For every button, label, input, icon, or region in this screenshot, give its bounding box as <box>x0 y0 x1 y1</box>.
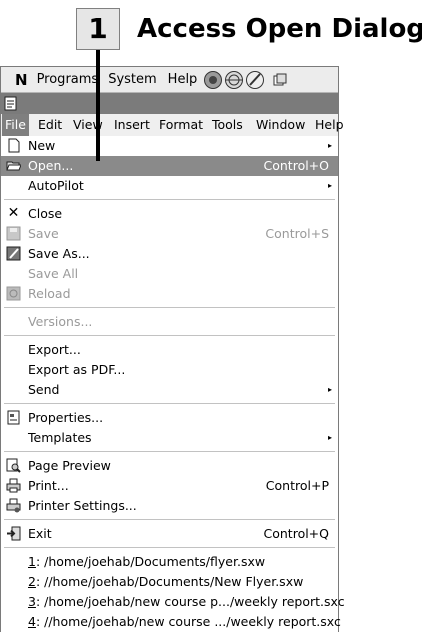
menu-item-label: Printer Settings... <box>28 498 137 513</box>
step-number-badge: 1 <box>76 8 120 50</box>
menu-item-label: Print... <box>28 478 69 493</box>
exit-icon <box>6 526 21 541</box>
recent-file-path: : /home/joehab/new course p.../weekly re… <box>35 594 345 609</box>
menu-item-label: Export... <box>28 342 81 357</box>
menu-window[interactable]: Window <box>256 117 305 132</box>
menu-item-page-preview[interactable]: Page Preview <box>1 456 338 476</box>
menu-item-label: AutoPilot <box>28 178 84 193</box>
workspace-switcher-icon[interactable] <box>273 73 287 87</box>
save-as-icon <box>6 246 21 261</box>
menu-item-export[interactable]: Export... <box>1 340 338 360</box>
menu-separator <box>1 544 338 552</box>
menu-item-templates[interactable]: Templates ▸ <box>1 428 338 448</box>
menu-item-label: Properties... <box>28 410 104 425</box>
menu-item-label: Export as PDF... <box>28 362 126 377</box>
menu-bar: File Edit View Insert Format Tools Windo… <box>1 114 344 137</box>
file-menu-dropdown: New ▸ Open... Control+O AutoPilot ▸ ✕ Cl… <box>1 136 345 632</box>
launcher-globe-icon[interactable] <box>224 70 244 90</box>
recent-file-3[interactable]: 3: /home/joehab/new course p.../weekly r… <box>1 592 345 612</box>
menu-file[interactable]: File <box>2 114 29 136</box>
step-title: Access Open Dialog <box>137 14 422 44</box>
menu-item-close[interactable]: ✕ Close <box>1 204 338 224</box>
menu-tools[interactable]: Tools <box>212 117 243 132</box>
menu-separator <box>1 516 338 524</box>
menu-item-label: Versions... <box>28 314 93 329</box>
menu-separator <box>1 332 338 340</box>
menu-item-label: Templates <box>28 430 92 445</box>
shortcut-label: Control+O <box>263 158 330 173</box>
shortcut-label: Control+S <box>265 226 329 241</box>
save-disk-icon <box>6 226 21 241</box>
desktop-panel: N Programs System Help <box>1 67 338 93</box>
recent-file-number: 3 <box>28 594 36 609</box>
submenu-arrow-icon: ▸ <box>327 385 332 394</box>
menu-item-exit[interactable]: Exit Control+Q <box>1 524 338 544</box>
recent-file-number: 2 <box>28 574 36 589</box>
menu-item-label: Save <box>28 226 59 241</box>
menu-item-save-as[interactable]: Save As... <box>1 244 338 264</box>
launcher-web-icon[interactable] <box>203 70 223 90</box>
printer-settings-icon <box>6 498 21 513</box>
menu-format[interactable]: Format <box>159 117 203 132</box>
close-icon: ✕ <box>7 205 20 221</box>
menu-item-print[interactable]: Print... Control+P <box>1 476 338 496</box>
submenu-arrow-icon: ▸ <box>327 433 332 442</box>
menu-item-properties[interactable]: Properties... <box>1 408 338 428</box>
menu-item-new[interactable]: New ▸ <box>1 136 338 156</box>
menu-item-open[interactable]: Open... Control+O <box>1 156 338 176</box>
page-preview-icon <box>6 458 21 473</box>
recent-file-4[interactable]: 4: //home/joehab/new course .../weekly r… <box>1 612 341 632</box>
shortcut-label: Control+Q <box>263 526 330 541</box>
system-menu[interactable]: System <box>108 72 156 87</box>
menu-item-label: Close <box>28 206 63 221</box>
menu-item-label: Open... <box>28 158 74 173</box>
menu-separator <box>1 448 338 456</box>
menu-item-label: New <box>28 138 56 153</box>
recent-file-path: : //home/joehab/new course .../weekly re… <box>35 614 341 629</box>
menu-help[interactable]: Help <box>315 117 344 132</box>
shortcut-label: Control+P <box>265 478 329 493</box>
menu-item-versions[interactable]: Versions... <box>1 312 338 332</box>
submenu-arrow-icon: ▸ <box>327 181 332 190</box>
panel-help-menu[interactable]: Help <box>168 72 198 87</box>
recent-file-number: 1 <box>28 554 36 569</box>
recent-file-number: 4 <box>28 614 36 629</box>
window-titlebar[interactable] <box>1 93 338 114</box>
open-folder-icon <box>6 158 21 173</box>
document-icon <box>4 96 18 111</box>
callout-pointer-line <box>96 50 100 161</box>
reload-icon <box>6 286 21 301</box>
menu-separator <box>1 304 338 312</box>
menu-item-export-pdf[interactable]: Export as PDF... <box>1 360 338 380</box>
menu-insert[interactable]: Insert <box>114 117 150 132</box>
menu-item-printer-settings[interactable]: Printer Settings... <box>1 496 338 516</box>
menu-item-label: Page Preview <box>28 458 111 473</box>
recent-file-1[interactable]: 1: /home/joehab/Documents/flyer.sxw <box>1 552 338 572</box>
new-document-icon <box>6 138 21 153</box>
menu-item-label: Reload <box>28 286 71 301</box>
submenu-arrow-icon: ▸ <box>327 141 332 150</box>
recent-file-path: : /home/joehab/Documents/flyer.sxw <box>35 554 266 569</box>
menu-edit[interactable]: Edit <box>38 117 62 132</box>
menu-item-save[interactable]: Save Control+S <box>1 224 338 244</box>
menu-item-label: Exit <box>28 526 52 541</box>
menu-item-send[interactable]: Send ▸ <box>1 380 338 400</box>
menu-separator <box>1 196 338 204</box>
programs-menu[interactable]: Programs <box>37 72 99 87</box>
recent-file-2[interactable]: 2: //home/joehab/Documents/New Flyer.sxw <box>1 572 338 592</box>
menu-item-label: Send <box>28 382 60 397</box>
printer-icon <box>6 478 21 493</box>
gnome-logo-icon[interactable]: N <box>15 71 28 89</box>
menu-item-label: Save As... <box>28 246 90 261</box>
menu-item-reload[interactable]: Reload <box>1 284 338 304</box>
properties-icon <box>6 410 21 425</box>
recent-file-path: : //home/joehab/Documents/New Flyer.sxw <box>35 574 304 589</box>
menu-separator <box>1 400 338 408</box>
menu-item-autopilot[interactable]: AutoPilot ▸ <box>1 176 338 196</box>
launcher-edit-icon[interactable] <box>245 70 265 90</box>
menu-item-label: Save All <box>28 266 79 281</box>
menu-item-save-all[interactable]: Save All <box>1 264 338 284</box>
